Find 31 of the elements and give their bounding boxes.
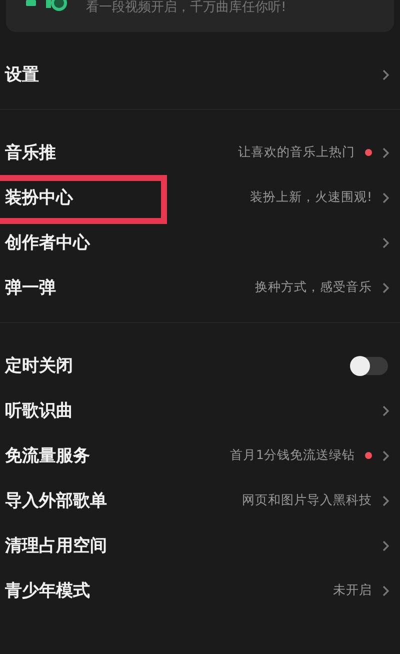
menu-item[interactable]: 清理占用空间: [0, 523, 400, 568]
menu-item[interactable]: 导入外部歌单 网页和图片导入黑科技: [0, 478, 400, 523]
item-hint: 让喜欢的音乐上热门: [238, 144, 355, 161]
chevron-icon: [382, 192, 390, 204]
promo-text: 看一段视频开启，千万曲库任你听!: [86, 0, 286, 16]
menu-item[interactable]: 创作者中心: [0, 220, 400, 265]
item-hint: 换种方式，感受音乐: [255, 279, 372, 296]
menu-item[interactable]: 音乐推 让喜欢的音乐上热门: [0, 130, 400, 175]
menu-item[interactable]: 青少年模式 未开启: [0, 568, 400, 613]
menu-item[interactable]: 装扮中心 装扮上新，火速围观!: [0, 175, 400, 220]
badge-icon: [46, 0, 68, 12]
menu-item[interactable]: 听歌识曲: [0, 388, 400, 433]
chevron-icon: [382, 494, 390, 506]
menu-item[interactable]: 免流量服务 首月1分钱免流送绿钻: [0, 433, 400, 478]
chevron-icon: [382, 584, 390, 596]
bar-icon: [26, 0, 36, 6]
menu-item[interactable]: 设置: [0, 52, 400, 97]
item-hint: 装扮上新，火速围观!: [250, 189, 372, 206]
item-hint: 未开启: [333, 582, 372, 599]
item-hint: 网页和图片导入黑科技: [242, 492, 372, 509]
chevron-icon: [382, 146, 390, 158]
menu-item[interactable]: 定时关闭: [0, 343, 400, 388]
chevron-icon: [382, 404, 390, 416]
menu-item[interactable]: 弹一弹 换种方式，感受音乐: [0, 265, 400, 310]
toggle-switch[interactable]: [352, 356, 388, 374]
chevron-icon: [382, 450, 390, 462]
item-hint: 首月1分钱免流送绿钻: [230, 447, 355, 464]
chevron-icon: [382, 282, 390, 294]
chevron-icon: [382, 68, 390, 80]
chevron-icon: [382, 236, 390, 248]
chevron-icon: [382, 540, 390, 552]
